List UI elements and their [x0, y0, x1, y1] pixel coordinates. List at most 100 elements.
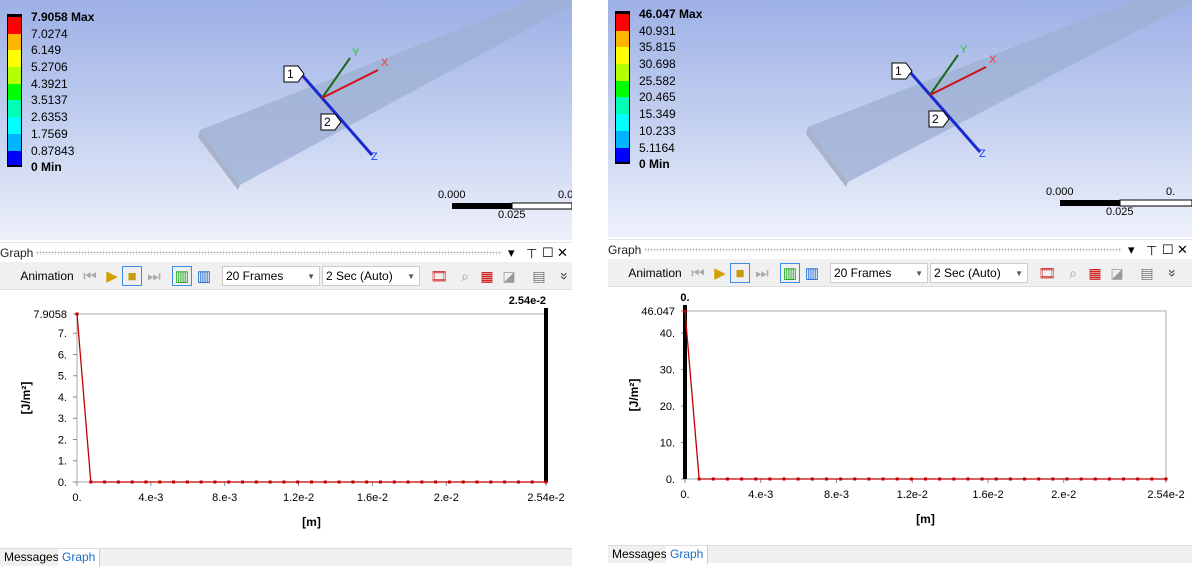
next-frame-icon[interactable]: ⏭ — [752, 263, 772, 283]
tab-graph[interactable]: Graph — [666, 546, 709, 564]
y-tick-label: 3. — [58, 413, 67, 425]
dropdown-icon[interactable]: ▾ — [1128, 242, 1135, 258]
animation-toolbar: Animation ⏮ ▶ ■ ⏭ ▥ ▥ 20 Frames ▼ 2 Sec (Auto) ▼ 🎞 ⌕… — [0, 262, 575, 290]
legend-value: 35.815 — [639, 40, 676, 55]
export-video-icon[interactable]: 🎞 — [430, 266, 448, 286]
data-point — [268, 480, 272, 484]
maximize-icon[interactable]: ☐ — [1162, 242, 1174, 258]
overflow-icon[interactable]: » — [1163, 264, 1183, 282]
y-tick-label: 0. — [666, 474, 675, 486]
settings-icon[interactable]: ▤ — [1138, 263, 1156, 283]
tab-messages[interactable]: Messages — [608, 546, 672, 564]
stop-icon[interactable]: ■ — [122, 266, 142, 286]
camera-icon[interactable]: ◪ — [1108, 263, 1126, 283]
close-icon[interactable]: ✕ — [557, 245, 568, 261]
chart-svg: 0. 1. 2. 3. 4. 5. 6. 7. 7.9058 0. 4.e-3 8.e-3 1.2e-2… — [19, 295, 565, 529]
data-point — [392, 480, 396, 484]
drag-grip[interactable] — [36, 251, 502, 255]
animation-toolbar: Animation ⏮ ▶ ■ ⏭ ▥ ▥ 20 Frames ▼ 2 Sec (Auto) ▼ 🎞 ⌕… — [608, 259, 1192, 287]
x-tick-label: 0. — [680, 489, 689, 501]
legend-swatch — [7, 83, 22, 101]
data-point — [711, 477, 715, 481]
graph-chart[interactable]: 0. 1. 2. 3. 4. 5. 6. 7. 7.9058 0. 4.e-3 8.e-3 1.2e-2… — [0, 290, 572, 548]
result-frames-icon[interactable]: ▥ — [194, 266, 214, 286]
x-tick-label: 1.2e-2 — [283, 492, 314, 504]
data-point — [296, 480, 300, 484]
color-legend-icon[interactable]: ▦ — [1086, 263, 1104, 283]
data-point — [434, 480, 438, 484]
duration-dropdown[interactable]: 2 Sec (Auto) ▼ — [322, 266, 420, 286]
legend-swatch — [615, 97, 630, 115]
legend-value: 10.233 — [639, 123, 676, 138]
maximize-icon[interactable]: ☐ — [542, 245, 554, 261]
legend-value: 5.1164 — [639, 140, 675, 155]
legend-value: 4.3921 — [31, 76, 68, 91]
3d-viewport[interactable]: X Y Z 1 2 0.000 0. 0.025 46.047 Max 40.931 35.815 3… — [608, 0, 1192, 237]
data-point — [895, 477, 899, 481]
distributed-frames-icon[interactable]: ▥ — [172, 266, 192, 286]
settings-icon[interactable]: ▤ — [530, 266, 548, 286]
data-point — [796, 477, 800, 481]
previous-frame-icon[interactable]: ⏮ — [80, 266, 100, 286]
pin-icon[interactable]: ⊥ — [526, 245, 537, 261]
color-legend-icon[interactable]: ▦ — [478, 266, 496, 286]
data-point — [530, 480, 534, 484]
duration-dropdown[interactable]: 2 Sec (Auto) ▼ — [930, 263, 1028, 283]
legend-row: 10.233 — [615, 124, 676, 148]
x-axis-label: X — [989, 54, 997, 66]
drag-grip[interactable] — [644, 248, 1122, 252]
data-point — [475, 480, 479, 484]
data-point — [144, 480, 148, 484]
data-point — [489, 480, 493, 484]
data-point — [824, 477, 828, 481]
x-tick-label: 1.6e-2 — [357, 492, 388, 504]
legend-swatch — [615, 64, 630, 81]
graph-chart[interactable]: 0. 10. 20. 30. 40. 46.047 0. 4.e-3 8.e-3 1.2e-2 1.… — [608, 287, 1192, 545]
dropdown-icon[interactable]: ▾ — [508, 245, 515, 261]
bottom-tabs: Messages Graph — [0, 548, 572, 567]
previous-frame-icon[interactable]: ⏮ — [688, 263, 708, 283]
y-tick-label: 10. — [660, 438, 675, 450]
data-point — [461, 480, 465, 484]
close-icon[interactable]: ✕ — [1177, 242, 1188, 258]
legend-swatch — [615, 80, 630, 98]
legend-row: 15.349 — [615, 107, 676, 131]
data-point — [697, 477, 701, 481]
data-point — [1093, 477, 1097, 481]
export-video-icon[interactable]: 🎞 — [1038, 263, 1056, 283]
frames-dropdown[interactable]: 20 Frames ▼ — [830, 263, 928, 283]
data-point — [199, 480, 203, 484]
data-point — [503, 480, 507, 484]
result-frames-icon[interactable]: ▥ — [802, 263, 822, 283]
x-axis-label: X — [381, 57, 389, 69]
plot-frame — [684, 310, 1167, 480]
legend-row: 40.931 — [615, 24, 676, 48]
play-icon[interactable]: ▶ — [102, 266, 122, 286]
overflow-icon[interactable]: » — [555, 267, 575, 285]
next-frame-icon[interactable]: ⏭ — [144, 266, 164, 286]
contour-legend: 7.9058 Max 7.0274 6.149 5.2706 4.3921 3.5137 2… — [7, 10, 94, 174]
legend-swatch — [615, 147, 630, 165]
zoom-icon[interactable]: ⌕ — [456, 266, 474, 286]
tab-messages[interactable]: Messages — [0, 549, 64, 567]
y-tick-label: 30. — [660, 365, 675, 377]
legend-value: 46.047 Max — [639, 7, 703, 21]
frames-dropdown[interactable]: 20 Frames ▼ — [222, 266, 320, 286]
tab-graph[interactable]: Graph — [58, 549, 101, 567]
data-point — [158, 480, 162, 484]
legend-value: 7.0274 — [31, 26, 68, 41]
distributed-frames-icon[interactable]: ▥ — [780, 263, 800, 283]
camera-icon[interactable]: ◪ — [500, 266, 518, 286]
3d-viewport[interactable]: X Y Z 1 2 0.000 0.0 0.025 7.9058 Max 7.0274 6.149 5… — [0, 0, 572, 240]
zoom-icon[interactable]: ⌕ — [1064, 263, 1082, 283]
data-point — [768, 477, 772, 481]
data-point — [310, 480, 313, 484]
play-icon[interactable]: ▶ — [710, 263, 730, 283]
data-point — [323, 480, 327, 484]
scale-mid: 0.025 — [498, 209, 526, 221]
scale-start: 0.000 — [1046, 186, 1074, 198]
stop-icon[interactable]: ■ — [730, 263, 750, 283]
data-point — [683, 309, 687, 313]
pin-icon[interactable]: ⊥ — [1146, 242, 1157, 258]
series-line — [684, 310, 1166, 480]
